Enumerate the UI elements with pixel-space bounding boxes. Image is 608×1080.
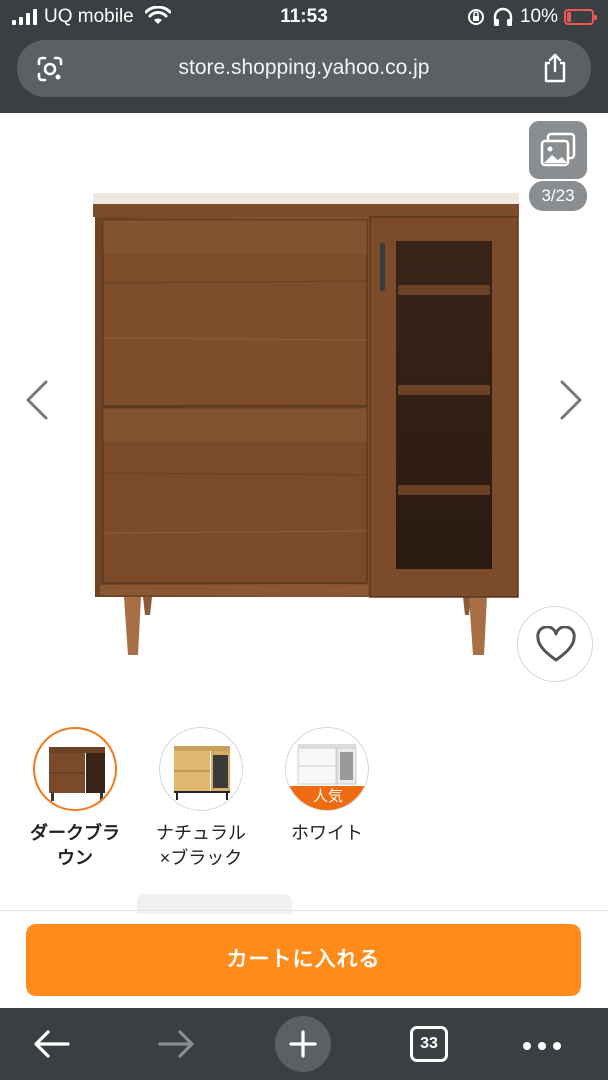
- more-menu-icon[interactable]: [523, 1042, 561, 1050]
- variant-option-dark-brown[interactable]: ダークブラ ウン: [15, 727, 135, 871]
- browser-bottom-toolbar: 33: [0, 1008, 608, 1080]
- variant-swatch[interactable]: [159, 727, 243, 811]
- color-variant-list: ダークブラ ウン ナチュラル ×ブラック 人気 ホワイト: [0, 727, 608, 907]
- variant-swatch[interactable]: [33, 727, 117, 811]
- url-text[interactable]: store.shopping.yahoo.co.jp: [17, 56, 591, 80]
- previous-image-arrow-icon[interactable]: [22, 378, 52, 422]
- forward-arrow-icon[interactable]: [156, 1028, 198, 1060]
- image-stack-icon: [540, 132, 576, 167]
- rotation-lock-icon: [467, 9, 484, 25]
- next-image-arrow-icon[interactable]: [556, 378, 586, 422]
- product-image-gallery[interactable]: 3/23: [0, 113, 608, 713]
- divider: [0, 910, 608, 911]
- variant-option-natural-black[interactable]: ナチュラル ×ブラック: [141, 727, 261, 871]
- browser-top-bar: UQ mobile 11:53 10% store.shopping.yahoo…: [0, 0, 608, 113]
- share-icon[interactable]: [541, 52, 569, 84]
- popular-badge: 人気: [286, 786, 368, 810]
- address-bar[interactable]: store.shopping.yahoo.co.jp: [17, 40, 591, 97]
- variant-swatch[interactable]: 人気: [285, 727, 369, 811]
- battery-icon: [564, 9, 597, 25]
- add-to-cart-button[interactable]: カートに入れる: [26, 924, 581, 996]
- product-image: [93, 193, 519, 655]
- variant-label: ダークブラ ウン: [30, 823, 120, 868]
- partial-tab: [137, 894, 292, 914]
- headphones-icon: [493, 7, 513, 26]
- status-bar: UQ mobile 11:53 10%: [0, 0, 608, 36]
- plus-icon: [289, 1030, 317, 1058]
- variant-label: ナチュラル ×ブラック: [156, 823, 246, 868]
- status-right: 10%: [466, 6, 597, 28]
- back-arrow-icon[interactable]: [30, 1028, 72, 1060]
- variant-option-white[interactable]: 人気 ホワイト: [267, 727, 387, 846]
- heart-icon: [536, 626, 576, 662]
- favorite-button[interactable]: [517, 606, 593, 682]
- image-counter: 3/23: [529, 181, 587, 211]
- variant-label: ホワイト: [291, 823, 363, 843]
- new-tab-button[interactable]: [275, 1016, 331, 1072]
- battery-percent: 10%: [519, 6, 558, 27]
- tab-switcher-button[interactable]: 33: [410, 1026, 448, 1062]
- gallery-view-button[interactable]: [529, 121, 587, 179]
